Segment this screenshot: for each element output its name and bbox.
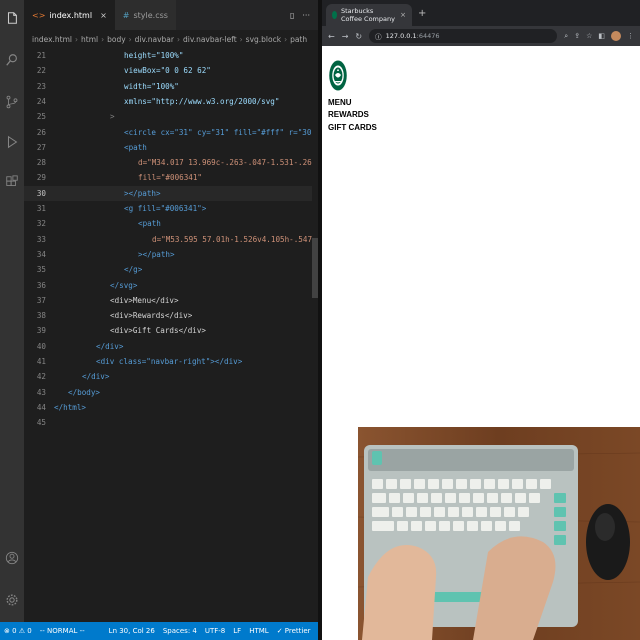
- code-line: 23 width="100%": [36, 81, 179, 91]
- tab-label: index.html: [49, 10, 93, 20]
- code-line: 45: [36, 418, 46, 428]
- browser-toolbar: ← → ↻ ⓘ 127.0.0.1:64476 ⌕ ⇪ ☆ ◧ ⋮: [322, 26, 640, 46]
- nav-rewards-link[interactable]: REWARDS: [328, 109, 377, 121]
- encoding[interactable]: UTF-8: [201, 627, 229, 635]
- reload-icon[interactable]: ↻: [355, 32, 362, 41]
- language-mode[interactable]: HTML: [245, 627, 272, 635]
- code-line: 33d="M53.595 57.01h-1.526v4.105h-.547v-4…: [36, 234, 318, 244]
- bookmark-star-icon[interactable]: ☆: [586, 32, 592, 40]
- settings-gear-icon[interactable]: [4, 592, 20, 608]
- code-line: 26 <circle cx="31" cy="31" fill="#fff" r=…: [36, 127, 318, 137]
- web-page: MENU REWARDS GIFT CARDS: [322, 46, 640, 640]
- webcam-overlay: [358, 427, 640, 640]
- share-icon[interactable]: ⇪: [574, 32, 580, 40]
- profile-avatar[interactable]: [611, 31, 621, 41]
- breadcrumb-item[interactable]: body: [107, 35, 126, 44]
- browser-window: Starbucks Coffee Company × + ← → ↻ ⓘ 127…: [322, 0, 640, 640]
- keyboard-video-image: [358, 427, 640, 640]
- menu-icon[interactable]: ⋮: [627, 32, 634, 40]
- code-line: 43 </body>: [36, 387, 101, 397]
- browser-tab[interactable]: Starbucks Coffee Company ×: [326, 4, 412, 26]
- breadcrumb-item[interactable]: path: [290, 35, 307, 44]
- code-line: 39 <div>Gift Cards</div>: [36, 326, 207, 336]
- problems-indicator[interactable]: ⊗ 0 ⚠ 0: [0, 627, 36, 635]
- css-file-icon: #: [122, 10, 130, 20]
- html-file-icon: <>: [32, 10, 46, 20]
- vim-mode: -- NORMAL --: [39, 627, 85, 635]
- run-debug-icon[interactable]: [4, 134, 20, 150]
- starbucks-logo-icon[interactable]: [329, 60, 347, 91]
- breadcrumb-item[interactable]: index.html: [32, 35, 72, 44]
- line-ending[interactable]: LF: [229, 627, 245, 635]
- breadcrumb-item[interactable]: div.navbar-left: [183, 35, 237, 44]
- code-line: 42 </div>: [36, 372, 110, 382]
- split-editor-icon[interactable]: ▯: [290, 11, 294, 20]
- code-line: 22 viewBox="0 0 62 62": [36, 66, 211, 76]
- cursor-position[interactable]: Ln 30, Col 26: [105, 627, 159, 635]
- files-icon[interactable]: [4, 10, 20, 26]
- breadcrumb: index.html › html › body › div.navbar › div.…: [24, 30, 318, 48]
- extension-icon[interactable]: ◧: [598, 32, 605, 40]
- editor-tabs: <> index.html × # style.css ▯ ···: [24, 0, 318, 30]
- indentation[interactable]: Spaces: 4: [159, 627, 201, 635]
- close-tab-icon[interactable]: ×: [400, 11, 406, 19]
- navbar-links: MENU REWARDS GIFT CARDS: [328, 97, 377, 134]
- code-line: 38 <div>Rewards</div>: [36, 311, 193, 321]
- back-icon[interactable]: ←: [328, 32, 335, 41]
- code-line: 37 <div>Menu</div>: [36, 295, 179, 305]
- code-line: 28 d="M34.017 13.969c-.263-.047-1.531-.26…: [36, 158, 318, 168]
- site-info-icon[interactable]: ⓘ: [375, 31, 382, 41]
- nav-gift-cards-link[interactable]: GIFT CARDS: [328, 122, 377, 134]
- code-editor[interactable]: 21 height="100%" 22 viewBox="0 0 62 62" 23…: [24, 48, 318, 622]
- code-line: 32 <path: [36, 219, 161, 229]
- code-line: 35 </g>: [36, 265, 143, 275]
- status-bar: ⊗ 0 ⚠ 0 -- NORMAL -- Ln 30, Col 26 Space…: [0, 622, 338, 640]
- prettier-status[interactable]: ✓ Prettier: [273, 627, 315, 635]
- search-icon[interactable]: [4, 52, 20, 68]
- breadcrumb-item[interactable]: div.navbar: [135, 35, 174, 44]
- new-tab-icon[interactable]: +: [418, 8, 426, 19]
- code-line: 36 </svg>: [36, 280, 138, 290]
- code-line: 44 </html>: [36, 402, 87, 412]
- url-port: :64476: [416, 32, 440, 40]
- source-control-icon[interactable]: [4, 94, 20, 110]
- breadcrumb-item[interactable]: html: [81, 35, 98, 44]
- editor-area: <> index.html × # style.css ▯ ··· index.…: [24, 0, 318, 622]
- favicon: [332, 11, 337, 19]
- code-line: 31 <g fill="#006341">: [36, 204, 207, 213]
- tab-index-html[interactable]: <> index.html ×: [24, 0, 115, 30]
- nav-menu-link[interactable]: MENU: [328, 97, 377, 109]
- code-line: 24 xmlns="http://www.w3.org/2000/svg": [36, 96, 280, 106]
- more-actions-icon[interactable]: ···: [302, 11, 310, 20]
- address-bar[interactable]: ⓘ 127.0.0.1:64476: [369, 29, 558, 43]
- breadcrumb-item[interactable]: svg.block: [246, 35, 281, 44]
- browser-tabstrip: Starbucks Coffee Company × +: [322, 0, 640, 26]
- close-icon[interactable]: ×: [100, 11, 107, 20]
- vscode-window: <> index.html × # style.css ▯ ··· index.…: [0, 0, 338, 640]
- forward-icon[interactable]: →: [342, 32, 349, 41]
- code-line: 25 >: [36, 112, 115, 122]
- code-line: 40 </div>: [36, 341, 124, 351]
- account-icon[interactable]: [4, 550, 20, 566]
- code-line: 34 ></path>: [36, 249, 175, 259]
- extensions-icon[interactable]: [4, 174, 20, 190]
- url-host: 127.0.0.1: [385, 32, 417, 40]
- code-line-current: 30 ></path>: [24, 185, 318, 201]
- code-line: 41 <div class="navbar-right"></div>: [36, 357, 243, 366]
- browser-tab-title: Starbucks Coffee Company: [340, 7, 395, 23]
- tab-style-css[interactable]: # style.css: [114, 0, 176, 30]
- search-icon[interactable]: ⌕: [564, 32, 568, 41]
- activity-bar: [0, 0, 24, 622]
- code-line: 27 <path: [36, 142, 147, 152]
- code-line: 21 height="100%": [36, 51, 184, 60]
- code-line: 29 fill="#006341": [36, 173, 203, 183]
- tab-label: style.css: [133, 10, 168, 20]
